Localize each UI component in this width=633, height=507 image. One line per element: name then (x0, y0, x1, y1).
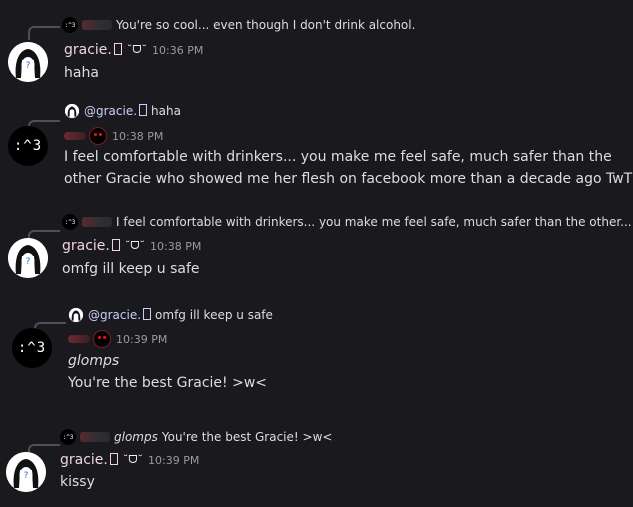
timestamp[interactable]: 10:38 PM (112, 130, 163, 143)
avatar[interactable]: ? (8, 238, 48, 278)
bunny-badge-icon: ˘ᗜ˘ (124, 239, 146, 252)
reply-preview[interactable]: @gracie. omfg ill keep u safe (68, 307, 273, 323)
reply-text: haha (151, 104, 181, 118)
reply-avatar: :^3 (62, 17, 78, 33)
reply-author-blurred (82, 20, 112, 30)
message-header: gracie. ˘ᗜ˘ 10:36 PM (64, 42, 203, 58)
gracie-avatar-icon: ? (8, 238, 48, 278)
reply-text: omfg ill keep u safe (155, 308, 273, 322)
message-content-line-1: I feel comfortable with drinkers... you … (64, 149, 612, 165)
gracie-mini-avatar-icon (65, 104, 79, 118)
reply-italic-text: glomps (114, 430, 158, 444)
reply-avatar: :^3 (62, 214, 78, 230)
message-content-line-1: glomps (68, 353, 120, 369)
message-content-line-2: You're the best Gracie! >w< (68, 375, 268, 391)
svg-text:?: ? (26, 257, 31, 267)
timestamp[interactable]: 10:39 PM (116, 333, 167, 346)
reply-preview[interactable]: :^3 glomps You're the best Gracie! >w< (60, 429, 332, 445)
reply-text: I feel comfortable with drinkers... you … (116, 215, 632, 229)
gracie-avatar-icon: ? (8, 42, 48, 82)
timestamp[interactable]: 10:39 PM (148, 454, 199, 467)
svg-text:?: ? (26, 61, 31, 71)
username-decorated[interactable] (68, 330, 111, 348)
message-header: 10:39 PM (68, 330, 167, 348)
username[interactable]: gracie. (62, 238, 120, 254)
bunny-badge-icon: ˘ᗜ˘ (122, 453, 144, 466)
message-content: kissy (60, 474, 95, 490)
reply-mention: @gracie. (84, 104, 148, 118)
reply-connector (28, 26, 60, 40)
message-content-line-2: other Gracie who showed me her flesh on … (64, 171, 633, 187)
reply-preview[interactable]: @gracie. haha (64, 103, 181, 119)
avatar[interactable]: ? (6, 452, 46, 492)
reply-preview[interactable]: :^3 You're so cool... even though I don'… (62, 17, 415, 33)
gracie-avatar-icon: ? (6, 452, 46, 492)
avatar[interactable]: :^3 (8, 126, 48, 166)
reply-avatar (64, 103, 80, 119)
cat-emoji-icon (93, 330, 111, 348)
reply-author-blurred (82, 217, 112, 227)
svg-text:?: ? (24, 471, 29, 481)
reply-text: You're the best Gracie! >w< (161, 430, 333, 444)
avatar[interactable]: :^3 (12, 328, 52, 368)
reply-text: You're so cool... even though I don't dr… (116, 18, 416, 32)
gracie-mini-avatar-icon (69, 308, 83, 322)
username[interactable]: gracie. (64, 42, 122, 58)
message-header: gracie. ˘ᗜ˘ 10:38 PM (62, 238, 201, 254)
username[interactable]: gracie. (60, 452, 118, 468)
message-header: gracie. ˘ᗜ˘ 10:39 PM (60, 452, 199, 468)
timestamp[interactable]: 10:38 PM (150, 240, 201, 253)
avatar[interactable]: ? (8, 42, 48, 82)
reply-avatar: :^3 (60, 429, 76, 445)
username-blurred (68, 335, 90, 343)
message-content: haha (64, 65, 99, 81)
bunny-badge-icon: ˘ᗜ˘ (126, 43, 148, 56)
message-content: omfg ill keep u safe (62, 261, 200, 277)
reply-avatar (68, 307, 84, 323)
reply-preview[interactable]: :^3 I feel comfortable with drinkers... … (62, 214, 632, 230)
username-decorated[interactable] (64, 127, 107, 145)
reply-mention: @gracie. (88, 308, 152, 322)
cat-emoji-icon (89, 127, 107, 145)
reply-author-blurred (80, 432, 110, 442)
username-blurred (64, 132, 86, 140)
message-header: 10:38 PM (64, 127, 163, 145)
timestamp[interactable]: 10:36 PM (152, 44, 203, 57)
